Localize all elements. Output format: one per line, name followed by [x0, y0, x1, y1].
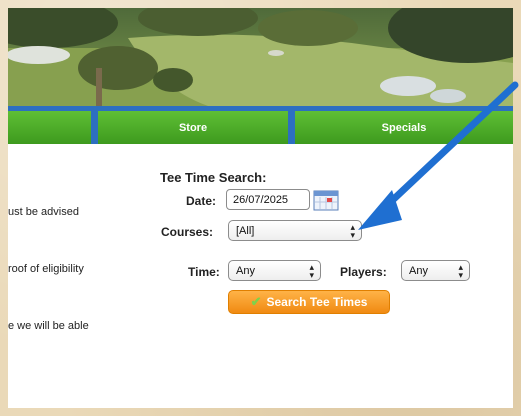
players-label: Players:: [340, 265, 387, 279]
search-tee-times-button[interactable]: ✔ Search Tee Times: [228, 290, 390, 314]
calendar-icon[interactable]: [313, 189, 339, 211]
date-label: Date:: [186, 194, 217, 208]
body-text-line: roof of eligibility: [8, 263, 84, 275]
time-select-value: Any: [236, 264, 255, 277]
players-select[interactable]: Any ▴ ▾: [401, 260, 470, 281]
chevron-updown-icon: ▴ ▾: [458, 261, 463, 280]
checkmark-icon: ✔: [250, 294, 262, 309]
search-button-label: Search Tee Times: [266, 295, 368, 309]
tee-time-search-title: Tee Time Search:: [160, 170, 267, 185]
date-input[interactable]: 26/07/2025: [226, 189, 310, 210]
time-select[interactable]: Any ▴ ▾: [228, 260, 321, 281]
nav-item-left[interactable]: [8, 111, 91, 144]
players-select-value: Any: [409, 264, 428, 277]
chevron-updown-icon: ▴ ▾: [309, 261, 314, 280]
time-label: Time:: [188, 265, 220, 279]
nav-item-store[interactable]: Store: [98, 111, 288, 144]
courses-select-value: [All]: [236, 224, 255, 237]
courses-label: Courses:: [161, 225, 214, 239]
pointer-arrow: [358, 81, 519, 230]
body-text-line: e we will be able: [8, 320, 89, 332]
body-text-line: ust be advised: [8, 206, 79, 218]
